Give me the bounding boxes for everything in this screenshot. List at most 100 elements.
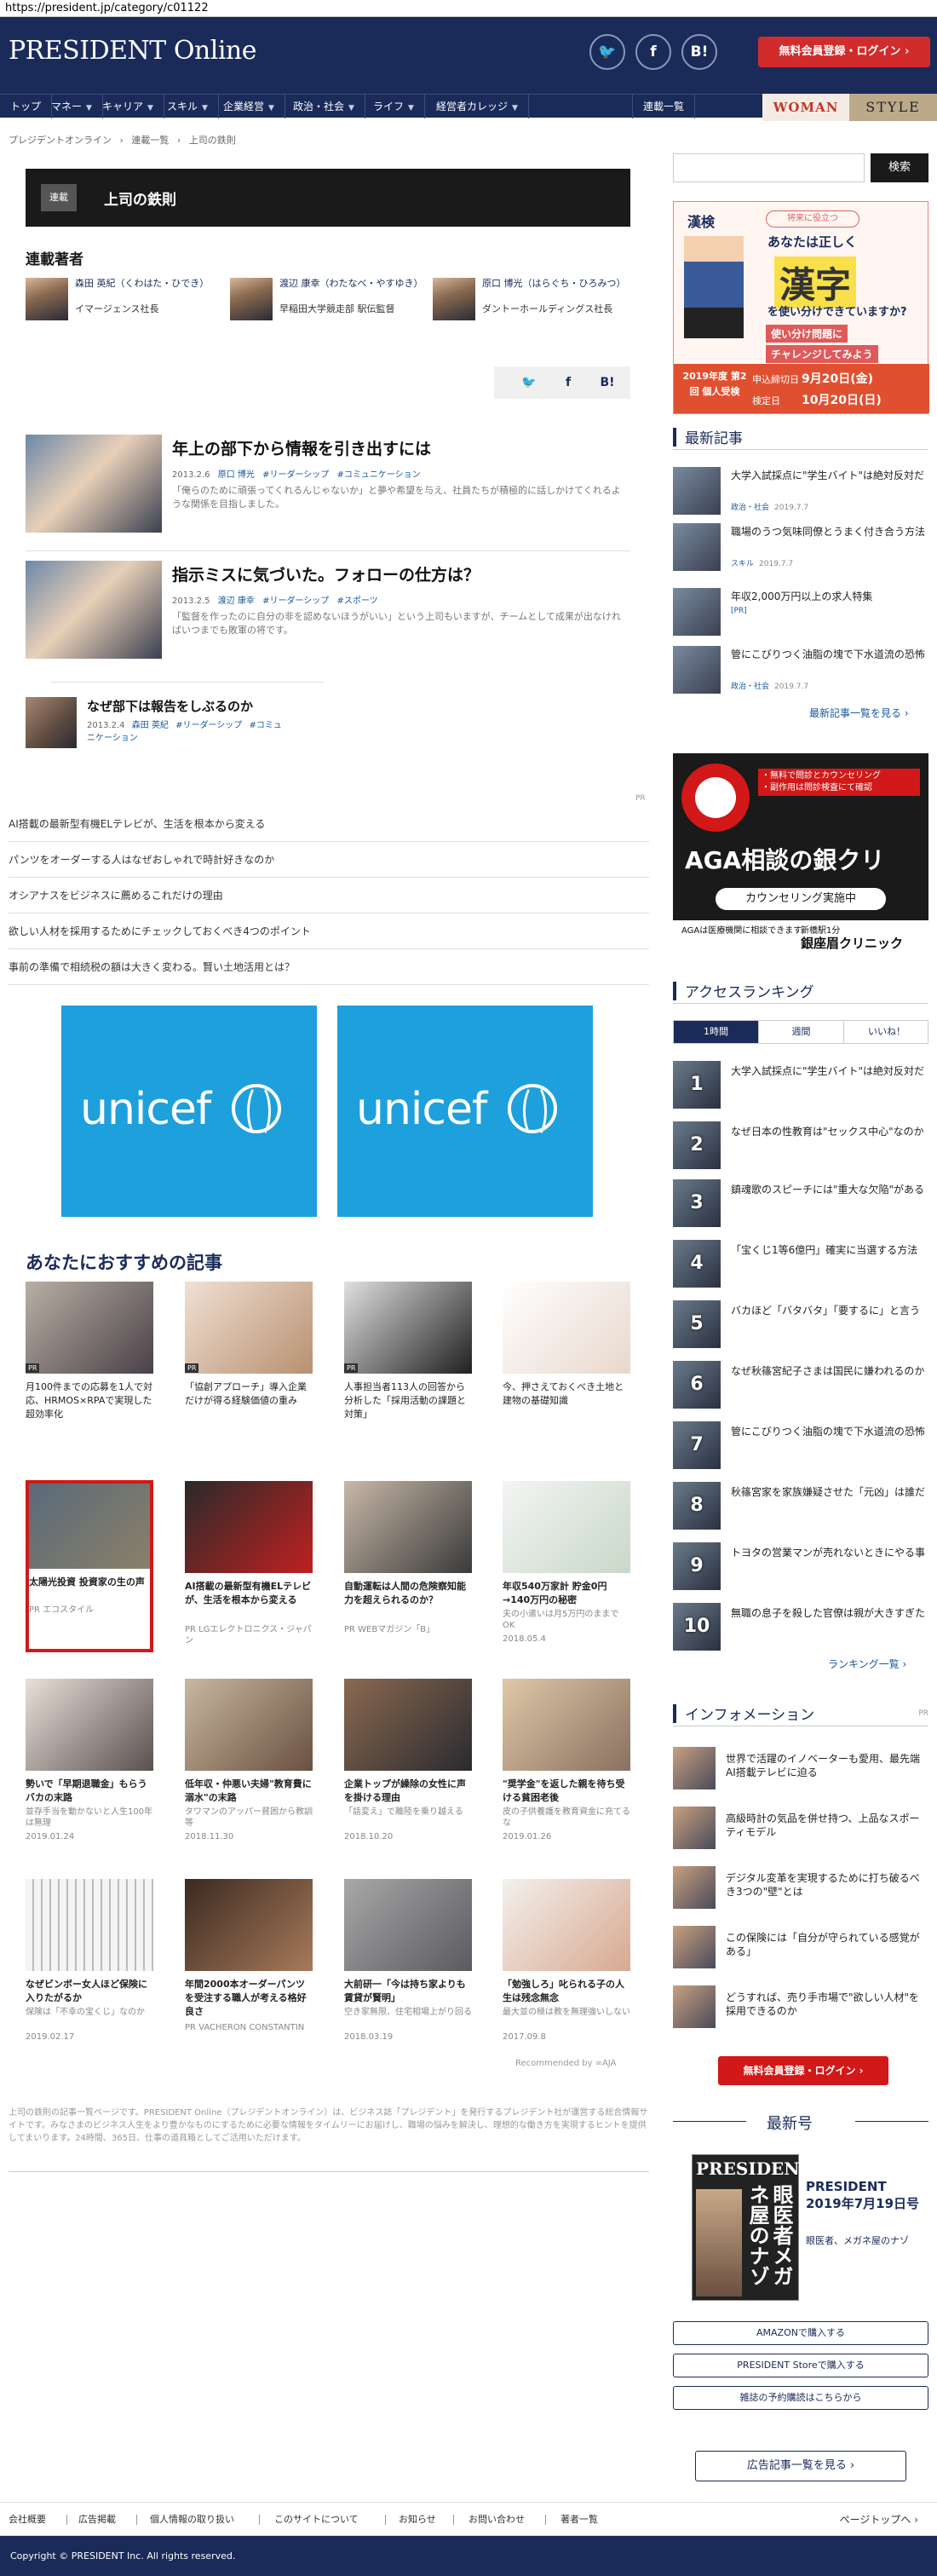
latest-title[interactable]: 管にこびりつく油脂の塊で下水道流の恐怖 bbox=[731, 648, 927, 661]
aga-ad[interactable]: ・無料で問診とカウンセリング ・副作用は問診検査にて確認 AGA相談の銀クリ カウ… bbox=[673, 753, 928, 966]
ranking-more-link[interactable]: ランキング一覧 › bbox=[828, 1657, 906, 1671]
author-name[interactable]: 渡辺 康幸（わたなべ・やすゆき） bbox=[279, 278, 424, 290]
url-bar[interactable]: https://president.jp/category/c01122 bbox=[0, 0, 937, 17]
article-item[interactable]: 指示ミスに気づいた。フォローの仕方は？ 2013.2.5 渡辺 康幸 #リーダー… bbox=[26, 561, 630, 677]
login-button[interactable]: 無料会員登録・ログイン › bbox=[718, 2056, 888, 2085]
ranking-item[interactable]: 4 「宝くじ1等6億円」確実に当選する方法 bbox=[673, 1240, 928, 1291]
info-item[interactable]: どうすれば、売り手市場で"欲しい人材"を採用できるのか bbox=[673, 1985, 928, 2037]
recommend-image[interactable] bbox=[185, 1481, 313, 1573]
ranking-thumbnail[interactable]: 9 bbox=[673, 1542, 721, 1590]
article-title[interactable]: 指示ミスに気づいた。フォローの仕方は？ bbox=[172, 562, 480, 585]
style-link[interactable]: STYLE bbox=[849, 94, 937, 121]
twitter-icon[interactable]: 🐦 bbox=[589, 34, 625, 70]
recommend-title[interactable]: 「勉強しろ」叱られる子の人生は残念無念 bbox=[503, 1978, 630, 2005]
nav-college[interactable]: 経営者カレッジ ▼ bbox=[426, 95, 529, 118]
recommend-image[interactable] bbox=[503, 1481, 630, 1573]
article-tag[interactable]: #スポーツ bbox=[336, 596, 377, 606]
info-thumbnail[interactable] bbox=[673, 1926, 716, 1968]
ranking-item[interactable]: 7 管にこびりつく油脂の塊で下水道流の恐怖 bbox=[673, 1421, 928, 1472]
search-input[interactable] bbox=[673, 153, 865, 182]
article-thumbnail[interactable] bbox=[26, 561, 162, 659]
recommend-image[interactable] bbox=[344, 1282, 472, 1374]
latest-title[interactable]: 職場のうつ気味同僚とうまく付き合う方法 bbox=[731, 525, 927, 539]
author-card[interactable]: 森田 英紀（くわはた・ひでき） イマージェンス社長 bbox=[26, 278, 221, 331]
latest-title[interactable]: 年収2,000万円以上の求人特集 bbox=[731, 590, 927, 603]
ranking-title[interactable]: 無職の息子を殺した官僚は親が大きすぎた bbox=[731, 1606, 928, 1620]
pr-link[interactable]: 欲しい人材を採用するためにチェックしておくべき4つのポイント bbox=[9, 913, 649, 949]
nav-politics[interactable]: 政治・社会 ▼ bbox=[283, 95, 365, 118]
ranking-title[interactable]: 大学入試採点に"学生バイト"は絶対反対だ bbox=[731, 1064, 928, 1078]
article-tag[interactable]: #リーダーシップ bbox=[262, 596, 329, 606]
subscribe-button[interactable]: 雑誌の予約購読はこちらから bbox=[673, 2386, 928, 2410]
recommend-image[interactable] bbox=[26, 1282, 153, 1374]
footer-link-ads[interactable]: 広告掲載 bbox=[78, 2503, 116, 2537]
author-card[interactable]: 原口 博光（はらぐち・ひろみつ） ダントーホールディングス社長 bbox=[433, 278, 629, 331]
recommend-title[interactable]: 低年収・仲悪い夫婦"教育費に溺水"の末路 bbox=[185, 1778, 313, 1805]
info-thumbnail[interactable] bbox=[673, 1747, 716, 1789]
latest-thumbnail[interactable] bbox=[673, 467, 721, 515]
facebook-icon[interactable]: f bbox=[557, 373, 579, 392]
recommend-image[interactable] bbox=[26, 1879, 153, 1971]
info-item[interactable]: デジタル変革を実現するために打ち破るべき3つの"壁"とは bbox=[673, 1866, 928, 1917]
article-tag[interactable]: #コミュニケーション bbox=[336, 470, 420, 480]
woman-link[interactable]: WOMAN bbox=[762, 94, 849, 121]
ranking-title[interactable]: なぜ秋篠宮紀子さまは国民に嫌われるのか bbox=[731, 1364, 928, 1378]
latest-thumbnail[interactable] bbox=[673, 588, 721, 636]
recommend-image[interactable] bbox=[185, 1879, 313, 1971]
info-thumbnail[interactable] bbox=[673, 1985, 716, 2028]
latest-item[interactable]: 大学入試採点に"学生バイト"は絶対反対だ 政治・社会 2019.7.7 bbox=[673, 467, 928, 516]
info-thumbnail[interactable] bbox=[673, 1866, 716, 1909]
recommend-title[interactable]: AI搭載の最新型有機ELテレビが、生活を根本から変える bbox=[185, 1580, 313, 1607]
nav-life[interactable]: ライフ ▼ bbox=[363, 95, 425, 118]
recommend-title[interactable]: 年収540万家計 貯金0円→140万円の秘密 bbox=[503, 1580, 630, 1607]
ad-list-button[interactable]: 広告記事一覧を見る › bbox=[695, 2451, 906, 2481]
ranking-item[interactable]: 8 秋篠宮家を家族嫌疑させた「元凶」は誰だ bbox=[673, 1482, 928, 1533]
article-thumbnail[interactable] bbox=[26, 697, 77, 748]
pr-link[interactable]: パンツをオーダーする人はなぜおしゃれで時計好きなのか bbox=[9, 842, 649, 878]
hatena-bookmark-icon[interactable]: B! bbox=[681, 34, 717, 70]
ranking-thumbnail[interactable]: 3 bbox=[673, 1179, 721, 1227]
ranking-thumbnail[interactable]: 4 bbox=[673, 1240, 721, 1288]
recommend-image[interactable] bbox=[503, 1679, 630, 1771]
article-author[interactable]: 渡辺 康幸 bbox=[218, 596, 255, 606]
ranking-thumbnail[interactable]: 7 bbox=[673, 1421, 721, 1469]
article-thumbnail[interactable] bbox=[26, 435, 162, 533]
recommend-title[interactable]: "奨学金"を返した親を待ち受ける貧困老後 bbox=[503, 1778, 630, 1805]
info-title[interactable]: どうすれば、売り手市場で"欲しい人材"を採用できるのか bbox=[726, 1991, 928, 2018]
recommend-title[interactable]: なぜビンボー女人ほど保険に入りたがるか bbox=[26, 1978, 153, 2005]
hatena-bookmark-icon[interactable]: B! bbox=[596, 373, 618, 392]
twitter-icon[interactable]: 🐦 bbox=[518, 373, 540, 392]
latest-item[interactable]: 管にこびりつく油脂の塊で下水道流の恐怖 政治・社会 2019.7.7 bbox=[673, 646, 928, 695]
recommend-image[interactable] bbox=[185, 1679, 313, 1771]
info-title[interactable]: 高級時計の気品を併せ持つ、上品なスポーティモデル bbox=[726, 1812, 928, 1839]
footer-link-privacy[interactable]: 個人情報の取り扱い bbox=[150, 2503, 234, 2537]
ranking-thumbnail[interactable]: 10 bbox=[673, 1603, 721, 1651]
recommend-image[interactable] bbox=[185, 1282, 313, 1374]
recommend-title[interactable]: 年間2000本オーダーパンツを受注する職人が考える格好良さ bbox=[185, 1978, 313, 2019]
pr-link[interactable]: 事前の準備で相続税の額は大きく変わる。賢い土地活用とは？ bbox=[9, 949, 649, 985]
latest-title[interactable]: 大学入試採点に"学生バイト"は絶対反対だ bbox=[731, 469, 927, 482]
ranking-title[interactable]: 管にこびりつく油脂の塊で下水道流の恐怖 bbox=[731, 1425, 928, 1438]
buy-amazon-button[interactable]: AMAZONで購入する bbox=[673, 2321, 928, 2345]
article-author[interactable]: 森田 英紀 bbox=[132, 721, 169, 730]
ranking-title[interactable]: なぜ日本の性教育は"セックス中心"なのか bbox=[731, 1125, 928, 1138]
ranking-item[interactable]: 6 なぜ秋篠宮紀子さまは国民に嫌われるのか bbox=[673, 1361, 928, 1412]
footer-link-news[interactable]: お知らせ bbox=[399, 2503, 436, 2537]
pr-link[interactable]: AI搭載の最新型有機ELテレビが、生活を根本から変える bbox=[9, 806, 649, 842]
ranking-item[interactable]: 2 なぜ日本の性教育は"セックス中心"なのか bbox=[673, 1121, 928, 1173]
recommend-image[interactable] bbox=[26, 1679, 153, 1771]
article-tag[interactable]: #リーダーシップ bbox=[262, 470, 329, 480]
magazine-cover[interactable]: PRESIDENT 眼医者メガネ屋のナゾ bbox=[692, 2154, 812, 2301]
article-item[interactable]: 年上の部下から情報を引き出すには 2013.2.6 原口 博光 #リーダーシップ… bbox=[26, 435, 630, 551]
ranking-thumbnail[interactable]: 2 bbox=[673, 1121, 721, 1169]
recommend-title[interactable]: 今、押さえておくべき土地と建物の基礎知識 bbox=[503, 1380, 630, 1408]
recommend-image[interactable] bbox=[344, 1481, 472, 1573]
kanken-ad[interactable]: 漢検 将来に役立つ あなたは正しく 漢字 を使い分けできていますか? 使い分け問… bbox=[673, 201, 929, 414]
ranking-title[interactable]: 鎮魂歌のスピーチには"重大な欠陥"がある bbox=[731, 1183, 928, 1196]
pr-link[interactable]: オシアナスをビジネスに薦めるこれだけの理由 bbox=[9, 878, 649, 913]
unicef-banner[interactable]: unicef bbox=[337, 1006, 593, 1217]
recommend-title[interactable]: 「協創アプローチ」導入企業だけが得る経験価値の重み bbox=[185, 1380, 313, 1408]
unicef-banner[interactable]: unicef bbox=[61, 1006, 317, 1217]
nav-career[interactable]: キャリア ▼ bbox=[92, 95, 164, 118]
ranking-item[interactable]: 5 バカほど「バタバタ」「要するに」と言う bbox=[673, 1300, 928, 1351]
